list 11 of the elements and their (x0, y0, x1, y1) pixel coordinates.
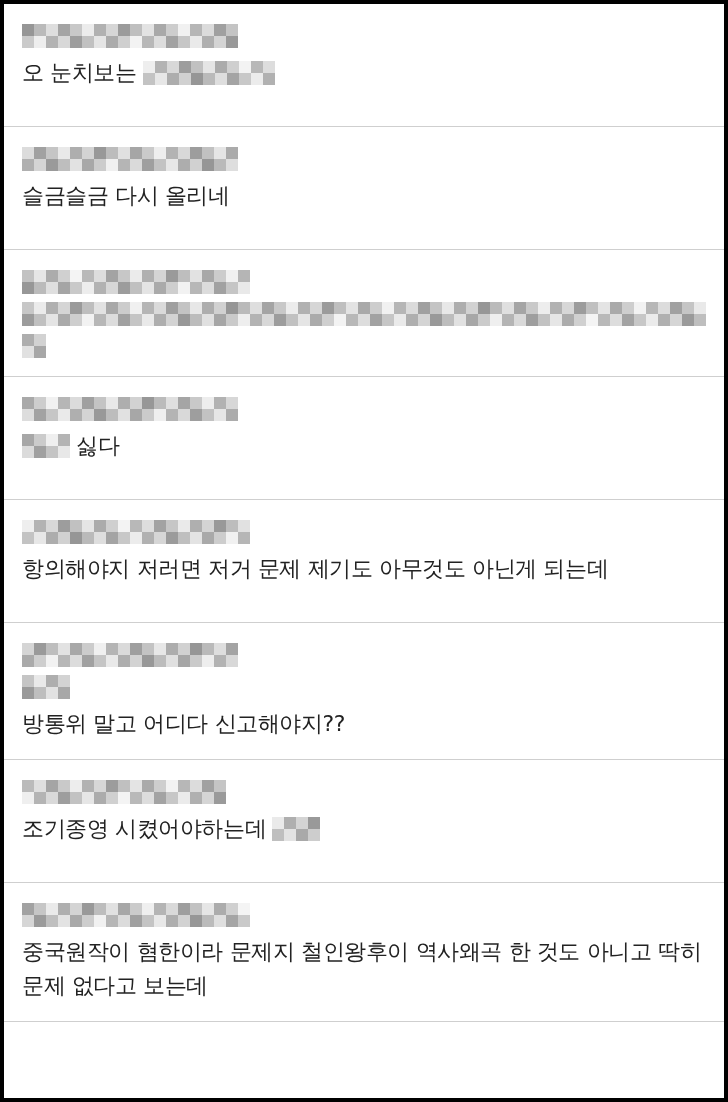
comment-text: 중국원작이 혐한이라 문제지 철인왕후이 역사왜곡 한 것도 아니고 딱히 문제 없다고 보는데 (22, 938, 703, 1000)
blurred-text (272, 817, 321, 841)
comment-text: 항의해야지 저러면 저거 문제 제기도 아무것도 아닌게 되는데 (22, 555, 609, 583)
comment-text: 오 눈치보는 (22, 59, 137, 87)
blurred-text (22, 334, 46, 358)
comment-text: 방통위 말고 어디다 신고해야지?? (22, 710, 346, 738)
comment-text: 싫다 (76, 432, 120, 460)
comment-text: 슬금슬금 다시 올리네 (22, 182, 230, 210)
comment-text: 조기종영 시켰어야하는데 (22, 815, 267, 843)
blurred-text (22, 675, 70, 699)
blurred-text (22, 434, 70, 458)
